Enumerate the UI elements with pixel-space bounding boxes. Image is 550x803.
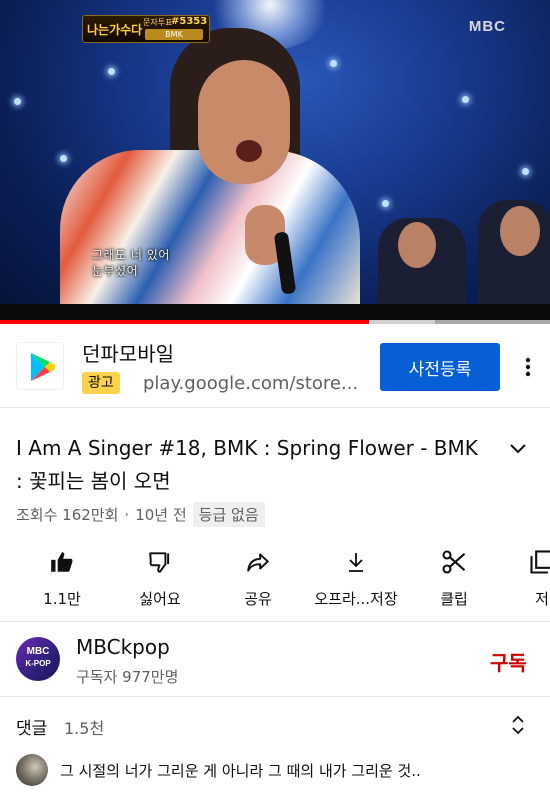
rating-badge: 등급 없음 <box>192 502 265 527</box>
channel-avatar-subtext: K-POP <box>25 659 51 668</box>
upload-age: 10년 전 <box>135 506 187 524</box>
show-logo-title: 나는가수다 <box>87 23 143 37</box>
stage-light-dot <box>60 155 67 162</box>
ad-url[interactable]: play.google.com/store... <box>143 373 363 394</box>
video-player[interactable]: 나는가수다 문자투표 #5353 BMK MBC 그래도 너 있어 눈부셨어 <box>0 0 550 322</box>
ad-title[interactable]: 던파모바일 <box>82 338 174 367</box>
ad-badge: 광고 <box>82 372 120 394</box>
ad-row[interactable]: 던파모바일 광고 play.google.com/store... 사전등록 <box>0 324 550 408</box>
vote-label: 문자투표 <box>143 18 173 27</box>
download-icon <box>342 548 370 576</box>
comment-text: 그 시절의 너가 그리운 게 아니라 그 때의 내가 그리운 것.. <box>60 762 421 780</box>
channel-name[interactable]: MBCkpop <box>76 635 170 659</box>
share-label: 공유 <box>244 590 272 608</box>
scissors-icon <box>440 548 468 576</box>
more-vert-icon[interactable] <box>516 352 540 382</box>
contestant-name: BMK <box>145 29 203 40</box>
meta-separator: · <box>124 505 130 524</box>
backup-singer-face <box>500 206 540 256</box>
channel-avatar-text: MBC <box>26 646 50 657</box>
clip-button[interactable]: 클립 <box>424 546 484 616</box>
download-button[interactable]: 오프라...저장 <box>306 546 406 616</box>
comments-count: 1.5천 <box>64 719 105 738</box>
broadcaster-watermark: MBC <box>468 18 506 35</box>
view-count: 조회수 162만회 <box>16 506 119 524</box>
google-play-icon <box>16 342 64 390</box>
chevron-down-icon[interactable] <box>506 436 530 460</box>
vote-number: #5353 <box>171 16 208 27</box>
stage-light-dot <box>382 200 389 207</box>
channel-row[interactable]: MBC K-POP MBCkpop 구독자 977만명 구독 <box>0 623 550 697</box>
clip-label: 클립 <box>440 590 468 608</box>
comments-header: 댓글 <box>16 719 48 739</box>
video-title[interactable]: I Am A Singer #18, BMK : Spring Flower -… <box>16 432 486 498</box>
thumbs-up-icon <box>48 548 76 576</box>
download-label: 오프라...저장 <box>314 590 398 608</box>
show-logo-overlay: 나는가수다 문자투표 #5353 BMK <box>82 15 210 43</box>
save-label: 저 <box>535 590 549 608</box>
dislike-button[interactable]: 싫어요 <box>125 546 195 616</box>
share-button[interactable]: 공유 <box>228 546 288 616</box>
subscriber-count: 구독자 977만명 <box>76 668 179 686</box>
stage-light-dot <box>14 98 21 105</box>
backup-singer-face <box>398 222 436 268</box>
playlist-add-icon <box>528 548 550 576</box>
thumbs-down-icon <box>146 548 174 576</box>
video-meta[interactable]: 조회수 162만회 · 10년 전 등급 없음 <box>16 502 265 527</box>
singer-face <box>198 60 290 184</box>
subscribe-button[interactable]: 구독 <box>490 647 527 676</box>
comments-section[interactable]: 댓글 1.5천 그 시절의 너가 그리운 게 아니라 그 때의 내가 그리운 것… <box>0 698 550 803</box>
singer-mouth <box>236 140 262 162</box>
stage-light-dot <box>330 60 337 67</box>
stage-light-dot <box>462 96 469 103</box>
singer-outfit <box>60 150 360 310</box>
dislike-label: 싫어요 <box>139 590 181 608</box>
save-button[interactable]: 저 <box>522 546 550 616</box>
like-count: 1.1만 <box>43 590 81 608</box>
share-icon <box>244 548 272 576</box>
commenter-avatar <box>16 754 48 786</box>
subtitle-line-2: 눈부셨어 <box>92 264 139 278</box>
subtitle-line-1: 그래도 너 있어 <box>92 248 170 262</box>
stage-light-dot <box>522 168 529 175</box>
channel-avatar[interactable]: MBC K-POP <box>16 637 60 681</box>
like-button[interactable]: 1.1만 <box>32 546 92 616</box>
pre-register-button[interactable]: 사전등록 <box>380 343 500 391</box>
action-bar: 1.1만 싫어요 공유 오프라...저장 클립 저 <box>0 546 550 622</box>
stage-light-dot <box>108 68 115 75</box>
unfold-icon[interactable] <box>506 712 530 738</box>
